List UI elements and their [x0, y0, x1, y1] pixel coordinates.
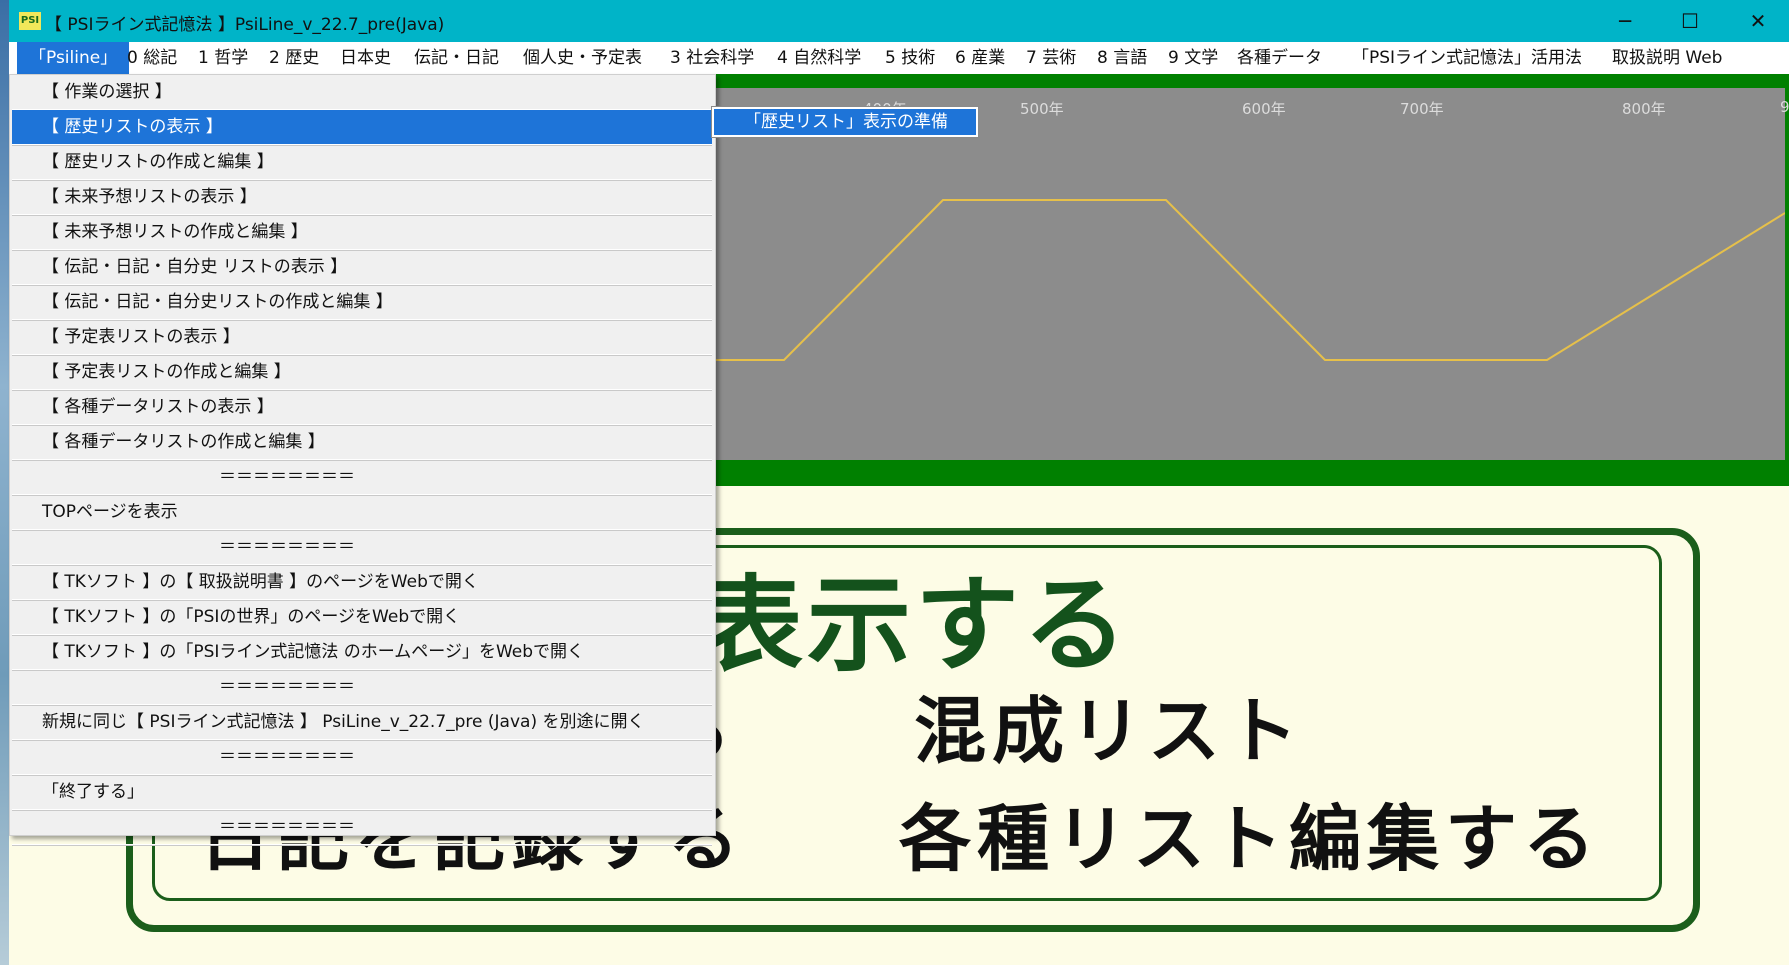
close-button[interactable]: ✕ [1728, 4, 1788, 38]
year-label-600: 600年 [1242, 100, 1286, 118]
menu-item-open-manual-web[interactable]: 【 TKソフト 】の【 取扱説明書 】のページをWebで開く [12, 565, 712, 600]
menu-industry[interactable]: 6 産業 [955, 42, 1005, 74]
menu-item-show-future-list[interactable]: 【 未来予想リストの表示 】 [12, 180, 712, 215]
psiline-dropdown-menu: 【 作業の選択 】 【 歴史リストの表示 】 【 歴史リストの作成と編集 】 【… [9, 74, 716, 845]
mixed-list-link[interactable]: 混成リスト [914, 672, 1304, 777]
menu-item-show-schedule-list[interactable]: 【 予定表リストの表示 】 [12, 320, 712, 355]
menu-item-show-data-list[interactable]: 【 各種データリストの表示 】 [12, 390, 712, 425]
menu-philosophy[interactable]: 1 哲学 [198, 42, 248, 74]
timeline-graph [635, 199, 1785, 361]
window-title: 【 PSIライン式記憶法 】PsiLine_v_22.7_pre(Java) [45, 15, 445, 35]
menu-item-show-history-list[interactable]: 【 歴史リストの表示 】 [12, 110, 712, 145]
menu-manual-web[interactable]: 取扱説明 Web [1612, 42, 1722, 74]
menu-item-edit-history-list[interactable]: 【 歴史リストの作成と編集 】 [12, 145, 712, 180]
menu-item-edit-biography-list[interactable]: 【 伝記・日記・自分史リストの作成と編集 】 [12, 285, 712, 320]
year-label-900: 9 [1780, 98, 1789, 116]
menu-item-open-new-instance[interactable]: 新規に同じ【 PSIライン式記憶法 】 PsiLine_v_22.7_pre (… [12, 705, 712, 740]
app-logo-icon: PSI [19, 12, 41, 30]
menu-separator: ＝＝＝＝＝＝＝＝ [12, 460, 712, 495]
menu-item-show-top-page[interactable]: TOPページを表示 [12, 495, 712, 530]
menu-psiline[interactable]: 「Psiline」 [17, 42, 130, 74]
menu-social-science[interactable]: 3 社会科学 [670, 42, 754, 74]
menu-various-data[interactable]: 各種データ [1237, 42, 1322, 74]
menu-item-exit[interactable]: 「終了する」 [12, 775, 712, 810]
menu-separator: ＝＝＝＝＝＝＝＝ [12, 530, 712, 565]
menu-separator: ＝＝＝＝＝＝＝＝ [12, 670, 712, 705]
menu-japanese-history[interactable]: 日本史 [340, 42, 391, 74]
year-label-700: 700年 [1400, 100, 1444, 118]
menu-separator: ＝＝＝＝＝＝＝＝ [12, 740, 712, 775]
menu-literature[interactable]: 9 文学 [1168, 42, 1218, 74]
menu-general[interactable]: 0 総記 [127, 42, 177, 74]
menu-bar: 「Psiline」 0 総記 1 哲学 2 歴史 日本史 伝記・日記 個人史・予… [9, 42, 1789, 75]
year-label-800: 800年 [1622, 100, 1666, 118]
year-label-500: 500年 [1020, 100, 1064, 118]
menu-natural-science[interactable]: 4 自然科学 [777, 42, 861, 74]
maximize-button[interactable]: ☐ [1660, 4, 1720, 38]
menu-item-show-biography-list[interactable]: 【 伝記・日記・自分史 リストの表示 】 [12, 250, 712, 285]
desktop-background-strip [0, 0, 9, 965]
menu-language[interactable]: 8 言語 [1097, 42, 1147, 74]
menu-item-edit-data-list[interactable]: 【 各種データリストの作成と編集 】 [12, 425, 712, 460]
menu-item-edit-schedule-list[interactable]: 【 予定表リストの作成と編集 】 [12, 355, 712, 390]
display-heading: 表示する [699, 564, 1132, 686]
minimize-button[interactable]: ─ [1595, 4, 1655, 38]
menu-biography-diary[interactable]: 伝記・日記 [414, 42, 499, 74]
menu-item-open-homepage-web[interactable]: 【 TKソフト 】の「PSIライン式記憶法 のホームページ」をWebで開く [12, 635, 712, 670]
edit-lists-link[interactable]: 各種リスト編集する [899, 780, 1601, 885]
menu-usage-guide[interactable]: 「PSIライン式記憶法」活用法 [1352, 42, 1582, 74]
menu-separator: ＝＝＝＝＝＝＝＝ [12, 810, 712, 845]
menu-personal-history-schedule[interactable]: 個人史・予定表 [523, 42, 642, 74]
menu-history[interactable]: 2 歴史 [269, 42, 319, 74]
timeline-line [635, 199, 1785, 361]
menu-item-select-task[interactable]: 【 作業の選択 】 [12, 75, 712, 110]
menu-technology[interactable]: 5 技術 [885, 42, 935, 74]
menu-arts[interactable]: 7 芸術 [1026, 42, 1076, 74]
menu-item-open-psi-world-web[interactable]: 【 TKソフト 】の「PSIの世界」のページをWebで開く [12, 600, 712, 635]
title-bar: PSI 【 PSIライン式記憶法 】PsiLine_v_22.7_pre(Jav… [9, 0, 1789, 42]
menu-item-edit-future-list[interactable]: 【 未来予想リストの作成と編集 】 [12, 215, 712, 250]
submenu-prepare-history-list[interactable]: 「歴史リスト」表示の準備 [711, 106, 979, 138]
